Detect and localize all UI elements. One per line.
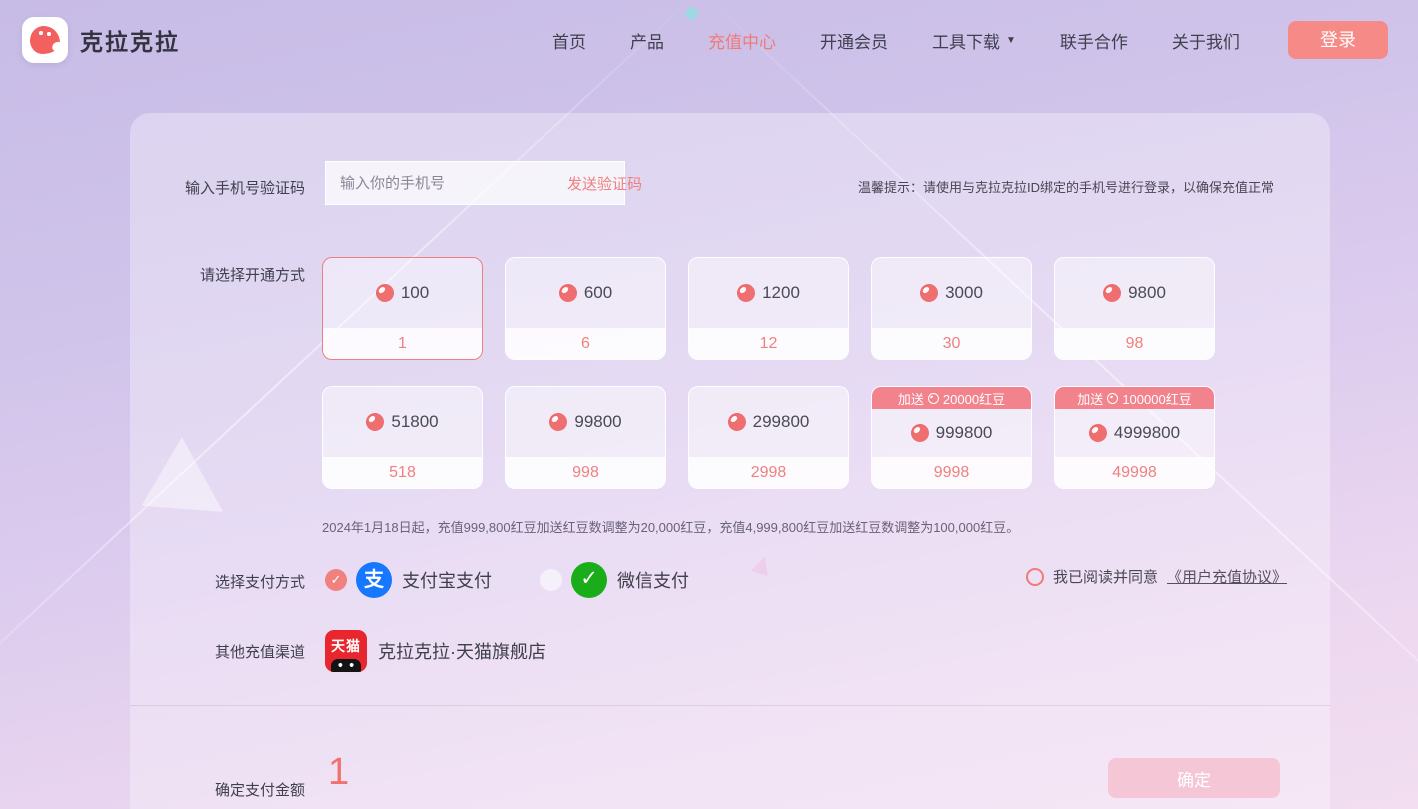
nav-item-recharge-center[interactable]: 充值中心: [708, 28, 776, 53]
nav-item-products[interactable]: 产品: [630, 28, 664, 53]
package-price: 6: [506, 328, 665, 359]
wechat-radio-unchecked-icon[interactable]: [540, 569, 562, 591]
package-card-51800[interactable]: 51800 518: [322, 386, 483, 489]
main-nav: 首页 产品 充值中心 开通会员 工具下载 ▼ 联手合作 关于我们: [552, 0, 1240, 80]
packages-section-label: 请选择开通方式: [130, 264, 305, 285]
agreement-radio[interactable]: [1026, 568, 1044, 586]
package-beans: 999800: [936, 423, 993, 443]
brand-name: 克拉克拉: [80, 23, 180, 57]
alipay-label[interactable]: 支付宝支付: [402, 567, 492, 593]
bean-outline-icon: [928, 393, 939, 404]
footer-divider: [130, 705, 1330, 706]
package-beans: 600: [584, 283, 612, 303]
nav-item-tools-download[interactable]: 工具下载 ▼: [932, 28, 1016, 53]
package-beans: 99800: [574, 412, 621, 432]
red-bean-icon: [557, 282, 578, 303]
package-card-100[interactable]: 100 1: [322, 257, 483, 360]
package-price: 12: [689, 328, 848, 359]
package-card-299800[interactable]: 299800 2998: [688, 386, 849, 489]
red-bean-icon: [374, 282, 395, 303]
recharge-agreement-link[interactable]: 《用户充值协议》: [1167, 566, 1287, 587]
package-card-600[interactable]: 600 6: [505, 257, 666, 360]
package-card-999800[interactable]: 加送 20000红豆 999800 9998: [871, 386, 1032, 489]
alipay-icon: 支: [356, 562, 392, 598]
payment-amount: 1: [328, 751, 349, 794]
confirm-button[interactable]: 确定: [1108, 758, 1280, 798]
package-price: 1: [323, 328, 482, 359]
phone-section-label: 输入手机号验证码: [130, 177, 305, 198]
chevron-down-icon: ▼: [1006, 35, 1016, 46]
channel-section-label: 其他充值渠道: [130, 641, 305, 662]
amount-label: 确定支付金额: [130, 779, 305, 800]
package-price: 30: [872, 328, 1031, 359]
brand-logo[interactable]: 克拉克拉: [22, 17, 180, 63]
nav-item-about-us[interactable]: 关于我们: [1172, 28, 1240, 53]
package-price: 998: [506, 457, 665, 488]
agreement-text: 我已阅读并同意: [1053, 566, 1158, 587]
kilakila-logo-icon: [22, 17, 68, 63]
send-verification-code-button[interactable]: 发送验证码: [553, 173, 656, 194]
red-bean-icon: [548, 411, 569, 432]
package-beans: 1200: [762, 283, 800, 303]
red-bean-icon: [365, 411, 386, 432]
package-beans: 9800: [1128, 283, 1166, 303]
red-bean-icon: [1101, 282, 1122, 303]
top-navbar: 克拉克拉 首页 产品 充值中心 开通会员 工具下载 ▼ 联手合作 关于我们 登录: [0, 0, 1418, 80]
recharge-panel: 输入手机号验证码 发送验证码 温馨提示：请使用与克拉克拉ID绑定的手机号进行登录…: [130, 113, 1330, 809]
alipay-radio-checked-icon[interactable]: ✓: [325, 569, 347, 591]
wechat-pay-icon: ✓: [571, 562, 607, 598]
phone-number-input[interactable]: [326, 162, 553, 204]
bonus-badge: 加送 100000红豆: [1055, 387, 1214, 409]
wechat-label[interactable]: 微信支付: [617, 567, 689, 593]
package-card-4999800[interactable]: 加送 100000红豆 4999800 49998: [1054, 386, 1215, 489]
payment-methods: ✓ 支 支付宝支付 ✓ 微信支付: [325, 558, 689, 602]
bonus-adjustment-note: 2024年1月18日起，充值999,800红豆加送红豆数调整为20,000红豆，…: [322, 517, 1019, 536]
package-price: 2998: [689, 457, 848, 488]
package-price: 518: [323, 457, 482, 488]
nav-item-home[interactable]: 首页: [552, 28, 586, 53]
tmall-icon: 天猫: [325, 630, 367, 672]
package-beans: 299800: [753, 412, 810, 432]
package-beans: 100: [401, 283, 429, 303]
red-bean-icon: [726, 411, 747, 432]
package-card-1200[interactable]: 1200 12: [688, 257, 849, 360]
package-card-9800[interactable]: 9800 98: [1054, 257, 1215, 360]
red-bean-icon: [909, 422, 930, 443]
login-button[interactable]: 登录: [1288, 21, 1388, 59]
red-bean-icon: [1087, 422, 1108, 443]
tmall-store-name: 克拉克拉·天猫旗舰店: [378, 638, 546, 664]
login-tip-text: 温馨提示：请使用与克拉克拉ID绑定的手机号进行登录，以确保充值正常: [858, 177, 1288, 196]
payment-section-label: 选择支付方式: [130, 571, 305, 592]
red-bean-icon: [735, 282, 756, 303]
package-beans: 3000: [945, 283, 983, 303]
nav-item-membership[interactable]: 开通会员: [820, 28, 888, 53]
bean-outline-icon: [1107, 393, 1118, 404]
package-beans: 4999800: [1114, 423, 1180, 443]
tmall-channel[interactable]: 天猫 克拉克拉·天猫旗舰店: [325, 630, 546, 672]
package-card-3000[interactable]: 3000 30: [871, 257, 1032, 360]
red-bean-icon: [918, 282, 939, 303]
bonus-badge: 加送 20000红豆: [872, 387, 1031, 409]
package-grid: 100 1 600 6 1200 12 3000 30 9800 98 5180…: [322, 257, 1215, 489]
nav-item-cooperation[interactable]: 联手合作: [1060, 28, 1128, 53]
package-price: 9998: [872, 457, 1031, 488]
agreement-row: 我已阅读并同意 《用户充值协议》: [1026, 566, 1287, 587]
package-card-99800[interactable]: 99800 998: [505, 386, 666, 489]
package-price: 98: [1055, 328, 1214, 359]
package-price: 49998: [1055, 457, 1214, 488]
phone-input-group: 发送验证码: [325, 161, 625, 205]
package-beans: 51800: [391, 412, 438, 432]
